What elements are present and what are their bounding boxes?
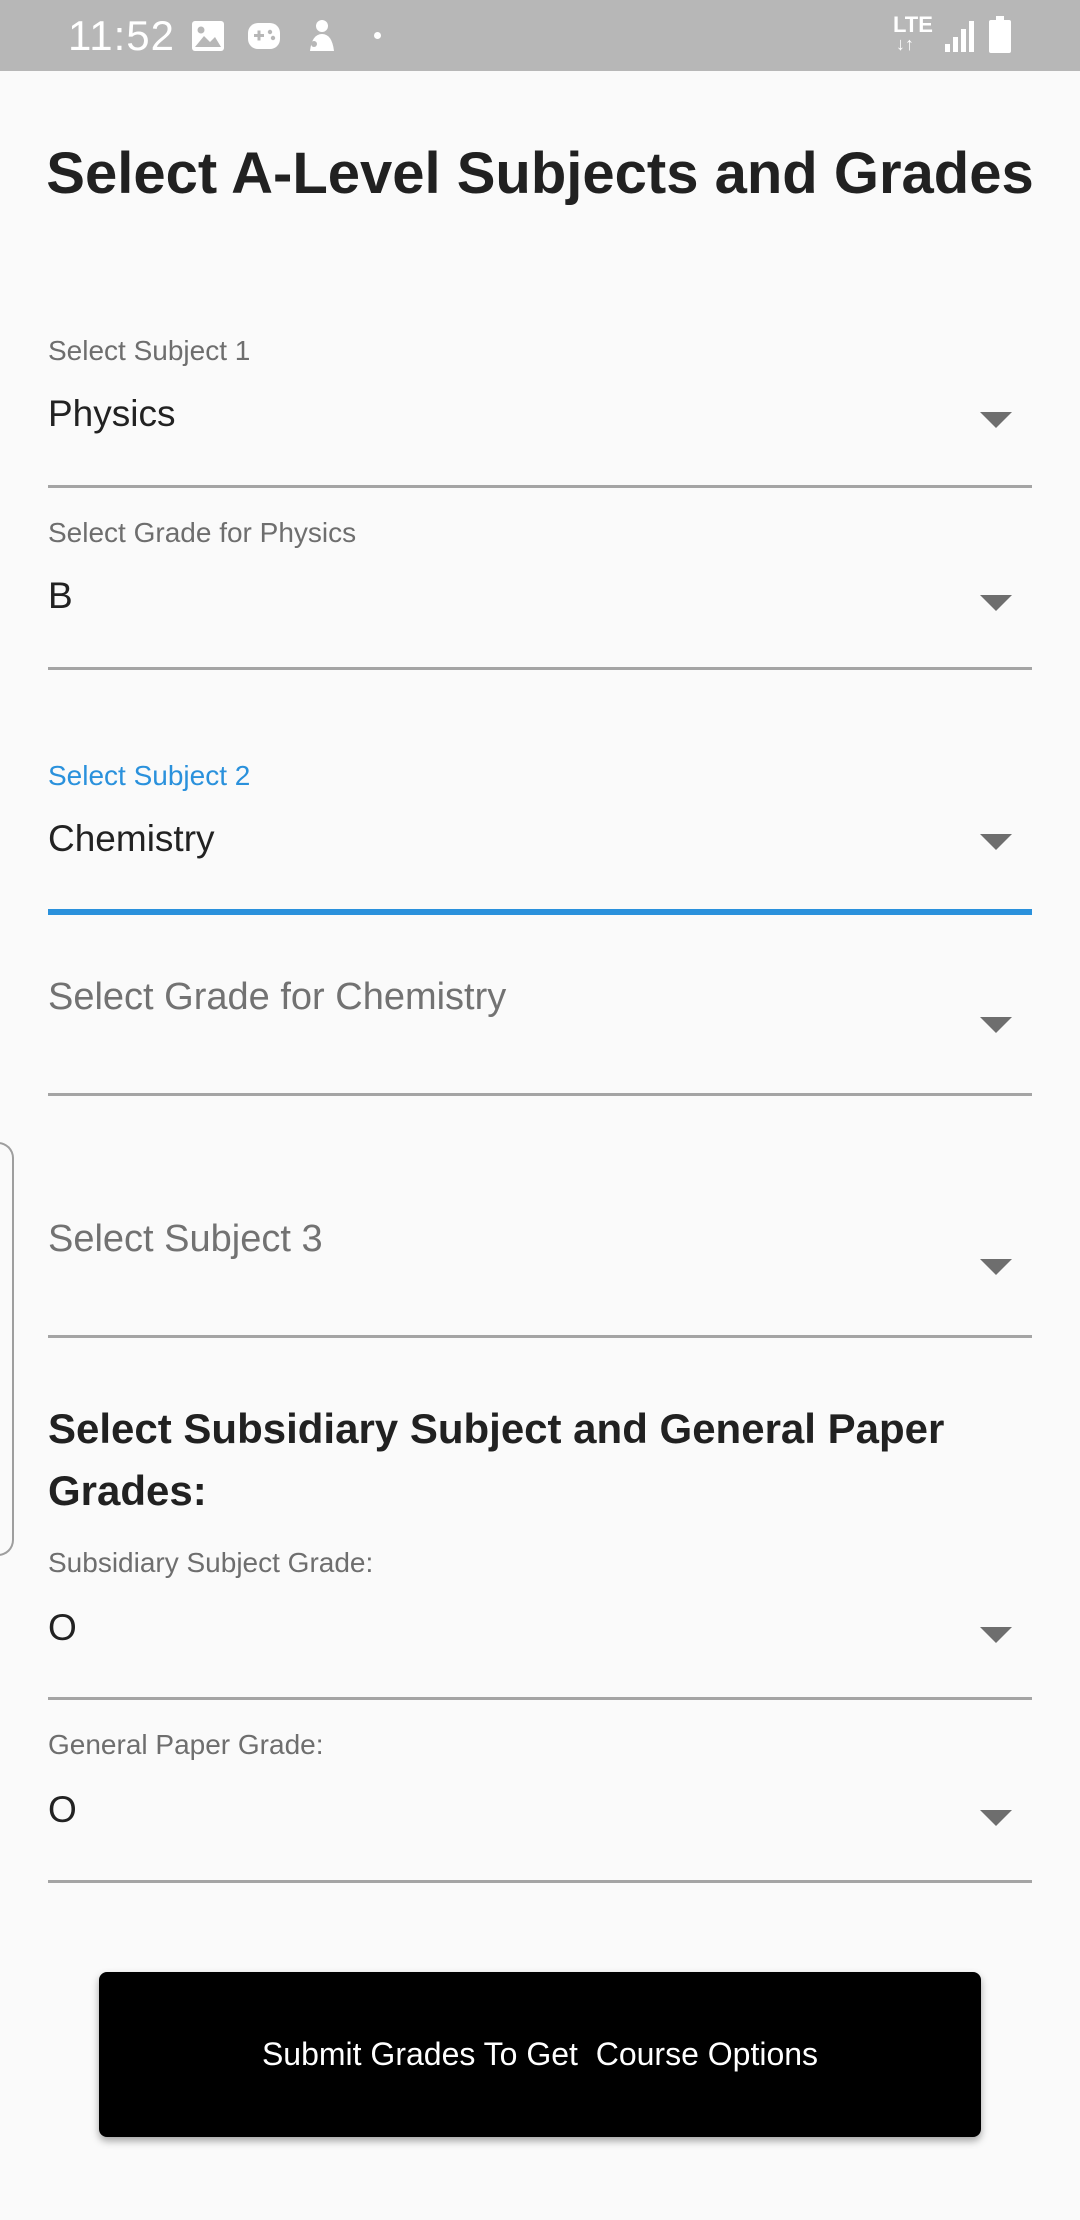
notification-figure-icon xyxy=(310,20,334,51)
general-paper-grade-label: General Paper Grade: xyxy=(48,1729,324,1760)
general-paper-grade-value: O xyxy=(48,1789,77,1830)
grade-chemistry-underline xyxy=(48,1093,1032,1096)
chevron-down-icon xyxy=(980,1259,1012,1275)
subject-2-value: Chemistry xyxy=(48,818,215,859)
subject-2-underline xyxy=(48,909,1032,915)
grade-physics-label: Select Grade for Physics xyxy=(48,517,357,548)
dot-icon xyxy=(374,32,381,39)
subject-2-label: Select Subject 2 xyxy=(48,760,251,791)
chevron-down-icon xyxy=(980,1810,1012,1826)
battery-icon xyxy=(989,16,1011,53)
subsidiary-section-heading: Select Subsidiary Subject and General Pa… xyxy=(48,1405,945,1514)
data-arrows-icon: ↓↑ xyxy=(896,34,914,54)
subject-3-placeholder: Select Subject 3 xyxy=(48,1218,323,1260)
lte-icon: LTE xyxy=(893,12,933,37)
submit-grades-button[interactable]: Submit Grades To Get Course Options xyxy=(99,1972,981,2137)
status-bar: 11:52 LTE ↓↑ xyxy=(0,0,1080,71)
general-paper-grade-dropdown[interactable]: General Paper Grade: O xyxy=(48,1729,1032,1883)
subsidiary-grade-dropdown[interactable]: Subsidiary Subject Grade: O xyxy=(48,1547,1032,1701)
chevron-down-icon xyxy=(980,1017,1012,1033)
grade-physics-underline xyxy=(48,667,1032,670)
chevron-down-icon xyxy=(980,1627,1012,1643)
status-time: 11:52 xyxy=(68,12,175,59)
subject-2-dropdown[interactable]: Select Subject 2 Chemistry xyxy=(48,755,1032,917)
grade-chemistry-placeholder: Select Grade for Chemistry xyxy=(48,976,507,1018)
general-paper-grade-underline xyxy=(48,1880,1032,1883)
subsidiary-grade-value: O xyxy=(48,1607,77,1648)
subject-1-underline xyxy=(48,485,1032,488)
signal-icon xyxy=(945,21,974,52)
edge-panel-handle[interactable] xyxy=(0,1142,14,1556)
subsidiary-grade-underline xyxy=(48,1697,1032,1700)
subject-3-underline xyxy=(48,1335,1032,1338)
game-controller-icon xyxy=(248,23,280,49)
subject-1-dropdown[interactable]: Select Subject 1 Physics xyxy=(48,330,1032,490)
grade-physics-dropdown[interactable]: Select Grade for Physics B xyxy=(48,512,1032,672)
grade-chemistry-dropdown[interactable]: Select Grade for Chemistry xyxy=(48,970,1032,1097)
chevron-down-icon xyxy=(980,834,1012,850)
subject-1-value: Physics xyxy=(48,393,176,434)
page-title: Select A-Level Subjects and Grades xyxy=(46,141,1034,206)
subsidiary-grade-label: Subsidiary Subject Grade: xyxy=(48,1547,374,1578)
gallery-icon xyxy=(192,21,224,51)
grade-physics-value: B xyxy=(48,575,73,616)
subject-1-label: Select Subject 1 xyxy=(48,335,251,366)
subject-3-dropdown[interactable]: Select Subject 3 xyxy=(48,1212,1032,1339)
chevron-down-icon xyxy=(980,595,1012,611)
chevron-down-icon xyxy=(980,412,1012,428)
